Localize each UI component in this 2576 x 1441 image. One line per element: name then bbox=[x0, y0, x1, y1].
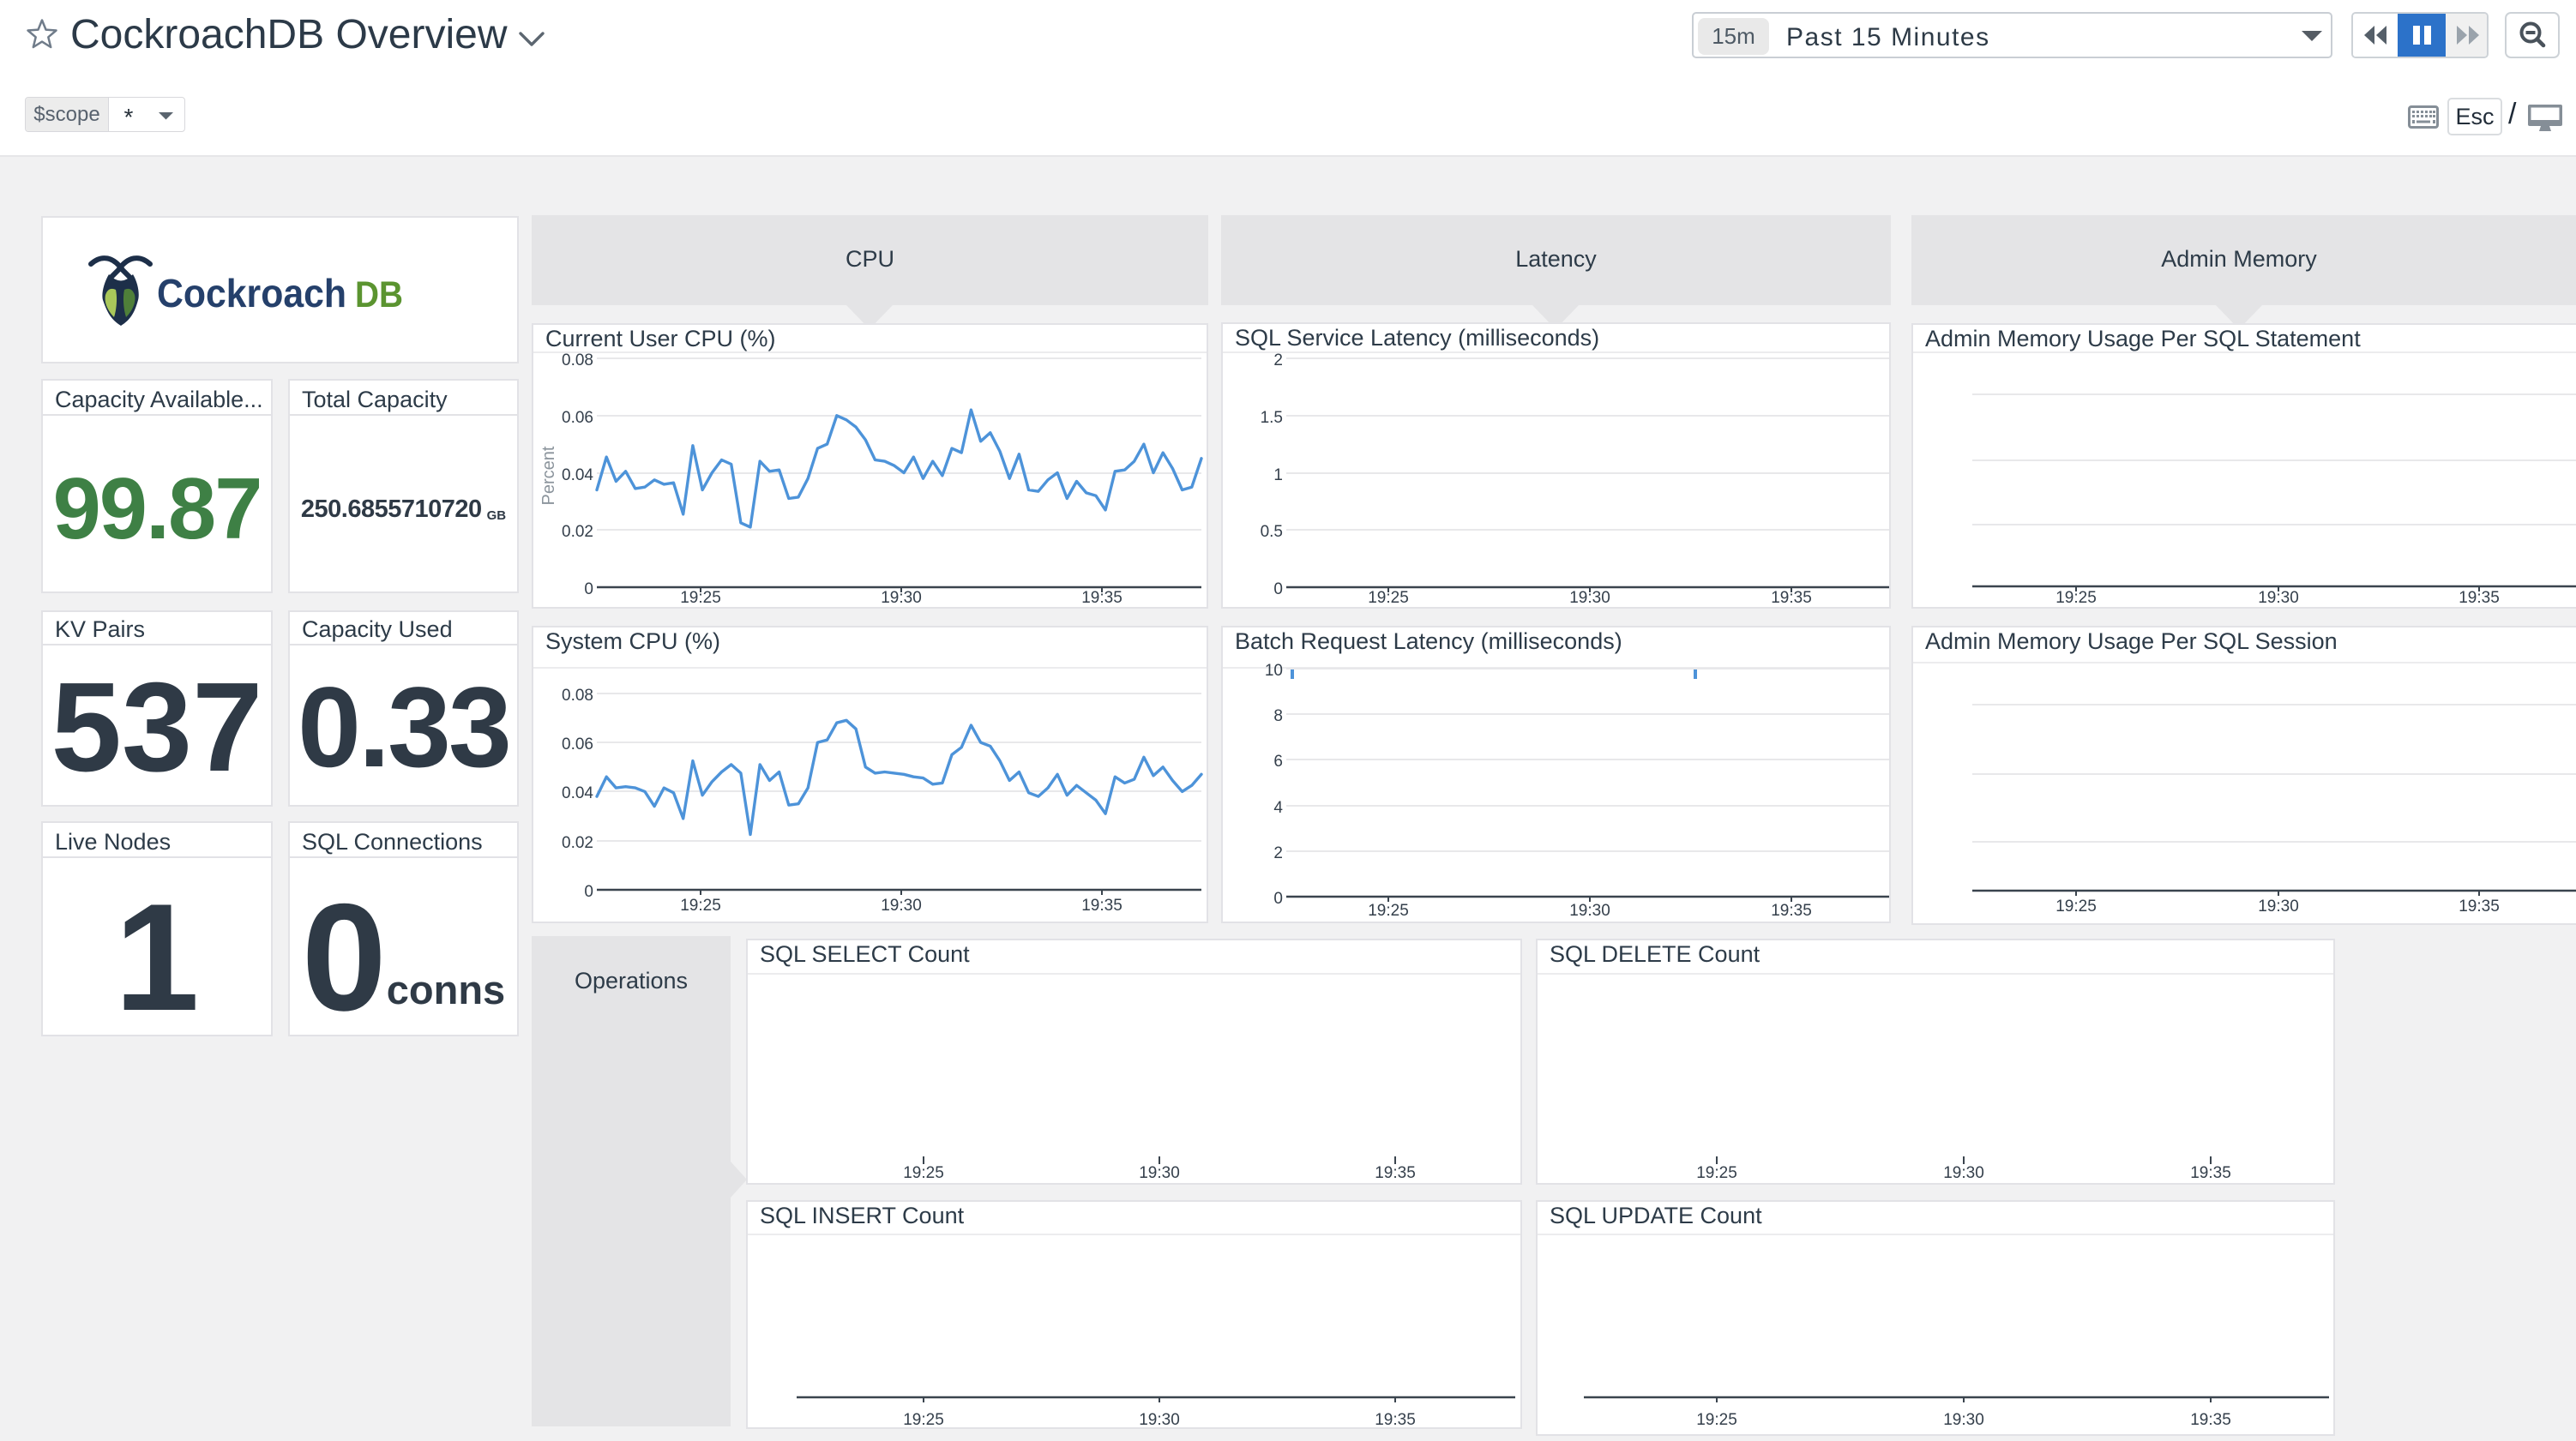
svg-text:19:25: 19:25 bbox=[2055, 589, 2097, 607]
svg-text:19:25: 19:25 bbox=[2055, 898, 2097, 916]
svg-text:10: 10 bbox=[1265, 662, 1283, 680]
svg-text:0.06: 0.06 bbox=[562, 409, 593, 427]
svg-text:0: 0 bbox=[1273, 580, 1283, 598]
svg-text:8: 8 bbox=[1273, 707, 1283, 725]
svg-text:2: 2 bbox=[1273, 844, 1283, 862]
svg-text:0.08: 0.08 bbox=[562, 351, 593, 369]
svg-text:6: 6 bbox=[1273, 753, 1283, 771]
svg-text:0: 0 bbox=[584, 580, 593, 598]
svg-text:0.02: 0.02 bbox=[562, 523, 593, 541]
svg-text:0.02: 0.02 bbox=[562, 834, 593, 852]
svg-text:19:35: 19:35 bbox=[2459, 589, 2500, 607]
svg-text:19:30: 19:30 bbox=[1569, 589, 1610, 607]
svg-text:1.5: 1.5 bbox=[1261, 409, 1283, 427]
svg-text:0: 0 bbox=[1273, 890, 1283, 908]
svg-text:2: 2 bbox=[1273, 351, 1283, 369]
svg-text:19:30: 19:30 bbox=[2258, 589, 2299, 607]
svg-text:19:35: 19:35 bbox=[1771, 589, 1812, 607]
svg-text:0.5: 0.5 bbox=[1261, 523, 1283, 541]
svg-text:19:30: 19:30 bbox=[881, 589, 922, 607]
svg-text:19:30: 19:30 bbox=[881, 897, 922, 915]
svg-text:0.08: 0.08 bbox=[562, 687, 593, 705]
svg-text:Cockroach: Cockroach bbox=[157, 271, 346, 315]
svg-text:19:35: 19:35 bbox=[1081, 589, 1122, 607]
svg-text:0: 0 bbox=[584, 883, 593, 901]
svg-text:19:30: 19:30 bbox=[1943, 1164, 1984, 1182]
svg-text:19:30: 19:30 bbox=[1139, 1411, 1180, 1427]
svg-text:19:25: 19:25 bbox=[1696, 1411, 1737, 1429]
svg-text:19:35: 19:35 bbox=[1081, 897, 1122, 915]
svg-text:19:25: 19:25 bbox=[1368, 902, 1409, 920]
svg-text:19:35: 19:35 bbox=[1771, 902, 1812, 920]
svg-text:0.04: 0.04 bbox=[562, 466, 593, 484]
svg-text:19:35: 19:35 bbox=[2190, 1411, 2231, 1429]
svg-text:19:35: 19:35 bbox=[1375, 1164, 1416, 1182]
svg-text:4: 4 bbox=[1273, 799, 1283, 817]
svg-text:0.06: 0.06 bbox=[562, 736, 593, 754]
svg-text:19:30: 19:30 bbox=[1139, 1164, 1180, 1182]
svg-text:19:35: 19:35 bbox=[2190, 1164, 2231, 1182]
svg-text:19:30: 19:30 bbox=[2258, 898, 2299, 916]
svg-text:19:25: 19:25 bbox=[903, 1164, 944, 1182]
svg-text:19:30: 19:30 bbox=[1569, 902, 1610, 920]
svg-text:19:35: 19:35 bbox=[1375, 1411, 1416, 1427]
svg-text:19:25: 19:25 bbox=[680, 897, 721, 915]
svg-text:DB: DB bbox=[355, 274, 403, 315]
svg-text:0.04: 0.04 bbox=[562, 784, 593, 802]
svg-text:19:25: 19:25 bbox=[1696, 1164, 1737, 1182]
svg-text:19:30: 19:30 bbox=[1943, 1411, 1984, 1429]
svg-text:19:25: 19:25 bbox=[903, 1411, 944, 1427]
svg-text:1: 1 bbox=[1273, 466, 1283, 484]
svg-text:19:25: 19:25 bbox=[680, 589, 721, 607]
svg-text:19:35: 19:35 bbox=[2459, 898, 2500, 916]
svg-text:19:25: 19:25 bbox=[1368, 589, 1409, 607]
svg-text:Percent: Percent bbox=[539, 446, 558, 505]
